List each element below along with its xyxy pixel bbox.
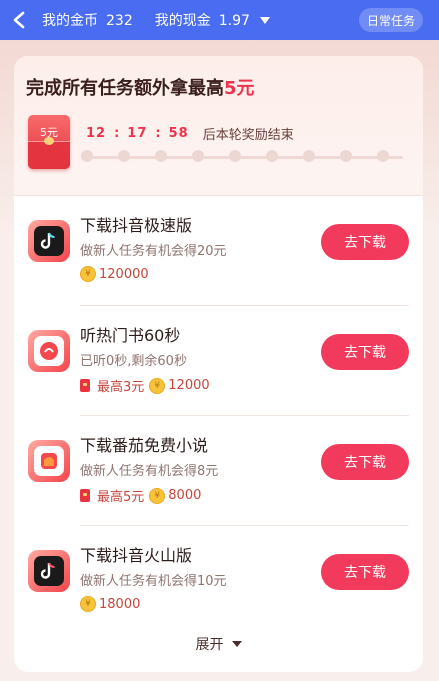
tomato-listen-icon [28, 330, 70, 372]
download-button[interactable]: 去下载 [321, 224, 409, 260]
red-packet-icon: 5元 [28, 115, 70, 169]
red-envelope-icon [80, 379, 90, 392]
task-reward: 最高5元 ¥8000 [80, 486, 201, 505]
douyin-lite-icon [28, 220, 70, 262]
coins-stat: 我的金币 232 [42, 10, 133, 30]
coin-icon: ¥ [80, 596, 96, 612]
red-packet-amount: 5元 [40, 126, 58, 139]
cash-value: 1.97 [218, 13, 250, 29]
red-packet-flap [28, 141, 70, 169]
progress-dot [118, 150, 130, 162]
download-button[interactable]: 去下载 [321, 554, 409, 590]
timer-tail-text: 后本轮奖励结束 [202, 128, 294, 143]
task-title: 下载番茄免费小说 [80, 436, 209, 455]
top-bar: 我的金币 232 我的现金 1.97 日常任务 [0, 0, 439, 40]
coin-amount: 18000 [99, 596, 141, 612]
download-button[interactable]: 去下载 [321, 444, 409, 480]
coin-amount: 120000 [99, 266, 149, 282]
back-icon[interactable] [4, 0, 34, 40]
task-item: 下载抖音火山版 做新人任务有机会得10元 ¥18000 去下载 [14, 526, 423, 636]
task-item: 听热门书60秒 已听0秒,剩余60秒 最高3元 ¥12000 去下载 [14, 306, 423, 416]
expand-button[interactable]: 展开 [14, 634, 423, 654]
timer-separator: : [155, 126, 161, 141]
progress-dot [229, 150, 241, 162]
progress-track [87, 156, 403, 159]
douyin-volcano-icon [28, 550, 70, 592]
app-glyph [34, 336, 64, 366]
task-title: 下载抖音火山版 [80, 546, 193, 565]
expand-label: 展开 [195, 637, 224, 653]
task-description: 做新人任务有机会得8元 [80, 464, 219, 479]
progress-dot [303, 150, 315, 162]
task-reward: ¥120000 [80, 266, 149, 282]
progress-dot [192, 150, 204, 162]
banner-title-amount: 5元 [224, 78, 255, 99]
task-item: 下载番茄免费小说 做新人任务有机会得8元 最高5元 ¥8000 去下载 [14, 416, 423, 526]
task-item: 下载抖音极速版 做新人任务有机会得20元 ¥120000 去下载 [14, 196, 423, 306]
coins-value: 232 [106, 13, 133, 29]
timer-seconds: 58 [168, 126, 189, 141]
tomato-novel-icon [28, 440, 70, 482]
banner-title: 完成所有任务额外拿最高5元 [26, 74, 255, 100]
progress-dot [155, 150, 167, 162]
max-reward-label: 最高5元 [97, 490, 145, 505]
coin-icon: ¥ [149, 377, 166, 394]
red-envelope-icon [80, 489, 90, 502]
task-title: 听热门书60秒 [80, 326, 181, 345]
coin-icon: ¥ [149, 487, 166, 504]
cash-label: 我的现金 [154, 13, 211, 29]
countdown-timer: 12:17:58 后本轮奖励结束 [86, 124, 294, 143]
banner-title-text: 完成所有任务额外拿最高 [26, 78, 224, 99]
chevron-down-icon[interactable] [259, 16, 270, 24]
progress-dot [266, 150, 278, 162]
coin-icon: ¥ [80, 266, 96, 282]
task-description: 做新人任务有机会得10元 [80, 574, 227, 589]
download-button[interactable]: 去下载 [321, 334, 409, 370]
progress-dot [377, 150, 389, 162]
coins-label: 我的金币 [42, 13, 98, 29]
task-title: 下载抖音极速版 [80, 216, 193, 235]
task-card: 完成所有任务额外拿最高5元 5元 12:17:58 后本轮奖励结束 下载抖音极速… [14, 56, 423, 672]
timer-separator: : [114, 126, 120, 141]
app-glyph [34, 446, 64, 476]
max-reward-label: 最高3元 [97, 380, 145, 395]
app-glyph [34, 556, 64, 586]
cash-stat: 我的现金 1.97 [155, 10, 250, 30]
app-glyph [34, 226, 64, 256]
coin-amount: 8000 [168, 488, 202, 503]
task-description: 做新人任务有机会得20元 [80, 244, 227, 259]
task-reward: 最高3元 ¥12000 [80, 376, 210, 395]
bonus-banner: 完成所有任务额外拿最高5元 5元 12:17:58 后本轮奖励结束 [14, 56, 423, 196]
task-reward: ¥18000 [80, 596, 140, 612]
daily-tasks-button[interactable]: 日常任务 [358, 8, 423, 32]
timer-minutes: 17 [127, 126, 148, 141]
timer-hours: 12 [86, 126, 107, 141]
chevron-down-icon [231, 641, 242, 647]
progress-dot [81, 150, 93, 162]
task-description: 已听0秒,剩余60秒 [80, 354, 187, 369]
coin-amount: 12000 [168, 378, 210, 393]
progress-dot [340, 150, 352, 162]
